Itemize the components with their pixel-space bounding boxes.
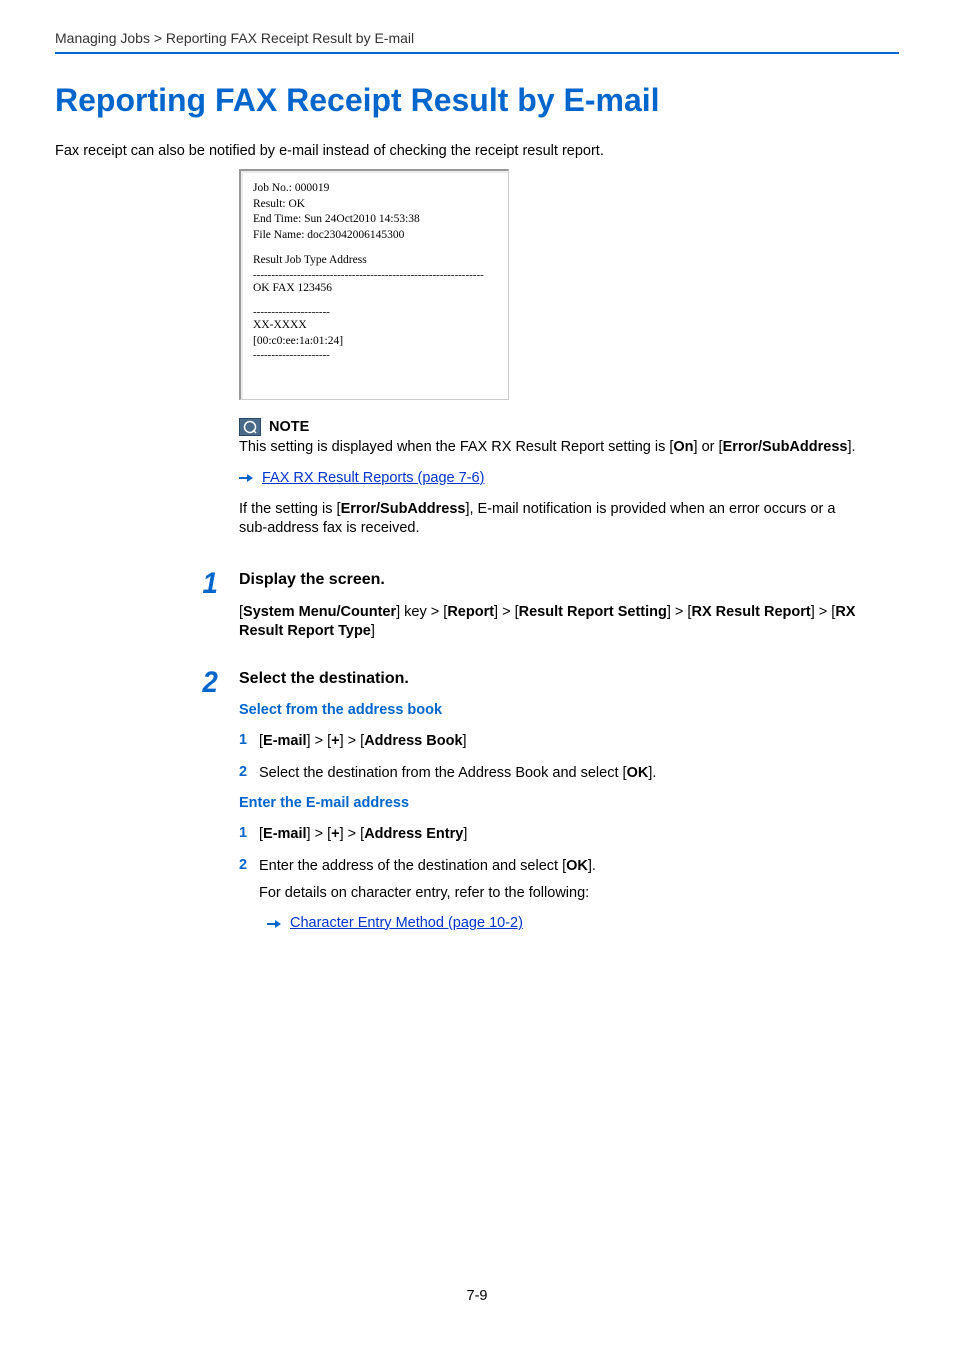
group-a-substep-2: 2 Select the destination from the Addres… xyxy=(239,764,859,784)
email-mac: [00:c0:ee:1a:01:24] xyxy=(253,334,496,350)
email-dash-1: ----------------------------------------… xyxy=(253,269,496,281)
substep-number: 2 xyxy=(239,857,259,873)
email-line-filename: File Name: doc23042006145300 xyxy=(253,228,496,244)
note-body: This setting is displayed when the FAX R… xyxy=(239,438,859,458)
step-2: 2 Select the destination. Select from th… xyxy=(201,668,859,945)
substep-body: [E-mail] > [+] > [Address Entry] xyxy=(259,825,859,845)
substep-body: Select the destination from the Address … xyxy=(259,764,859,784)
email-line-result: Result: OK xyxy=(253,197,496,213)
email-table-header: Result Job Type Address xyxy=(253,253,496,269)
character-entry-method-link[interactable]: Character Entry Method (page 10-2) xyxy=(290,914,523,934)
group-b-heading: Enter the E-mail address xyxy=(239,795,859,811)
substep-number: 2 xyxy=(239,764,259,780)
page-title: Reporting FAX Receipt Result by E-mail xyxy=(55,82,899,119)
step-1-text: [System Menu/Counter] key > [Report] > [… xyxy=(239,603,859,642)
breadcrumb-topic: Reporting FAX Receipt Result by E-mail xyxy=(166,30,414,46)
substep-body: [E-mail] > [+] > [Address Book] xyxy=(259,732,859,752)
substep-body: Enter the address of the destination and… xyxy=(259,857,859,934)
note-body-2: If the setting is [Error/SubAddress], E-… xyxy=(239,500,859,539)
step-1: 1 Display the screen. [System Menu/Count… xyxy=(201,569,859,660)
note-icon xyxy=(239,418,261,436)
arrow-right-icon xyxy=(239,473,253,483)
email-sample-box: Job No.: 000019 Result: OK End Time: Sun… xyxy=(239,169,509,400)
arrow-right-icon xyxy=(267,919,281,929)
email-dash-3: --------------------- xyxy=(253,349,496,361)
email-dash-2: --------------------- xyxy=(253,306,496,318)
email-model: XX-XXXX xyxy=(253,318,496,334)
email-table-row: OK FAX 123456 xyxy=(253,281,496,297)
intro-text: Fax receipt can also be notified by e-ma… xyxy=(55,143,899,159)
fax-rx-result-reports-link[interactable]: FAX RX Result Reports (page 7-6) xyxy=(262,470,484,486)
substep-number: 1 xyxy=(239,732,259,748)
group-b-substep-2: 2 Enter the address of the destination a… xyxy=(239,857,859,934)
breadcrumb: Managing Jobs > Reporting FAX Receipt Re… xyxy=(55,30,899,54)
substep-number: 1 xyxy=(239,825,259,841)
note-link-row: FAX RX Result Reports (page 7-6) xyxy=(239,470,859,486)
email-line-endtime: End Time: Sun 24Oct2010 14:53:38 xyxy=(253,212,496,228)
group-b-substep-1: 1 [E-mail] > [+] > [Address Entry] xyxy=(239,825,859,845)
group-a-substep-1: 1 [E-mail] > [+] > [Address Book] xyxy=(239,732,859,752)
step-1-title: Display the screen. xyxy=(239,571,859,589)
breadcrumb-separator: > xyxy=(150,30,166,46)
note-header: NOTE xyxy=(239,418,859,436)
email-line-jobno: Job No.: 000019 xyxy=(253,181,496,197)
group-a-heading: Select from the address book xyxy=(239,702,859,718)
step-2-number: 2 xyxy=(203,668,238,698)
substep-extra: For details on character entry, refer to… xyxy=(259,884,859,904)
note-label: NOTE xyxy=(269,419,309,435)
char-entry-link-row: Character Entry Method (page 10-2) xyxy=(267,914,859,934)
breadcrumb-section: Managing Jobs xyxy=(55,30,150,46)
page-number: 7-9 xyxy=(0,1288,954,1304)
step-1-number: 1 xyxy=(203,569,238,599)
step-2-title: Select the destination. xyxy=(239,670,859,688)
